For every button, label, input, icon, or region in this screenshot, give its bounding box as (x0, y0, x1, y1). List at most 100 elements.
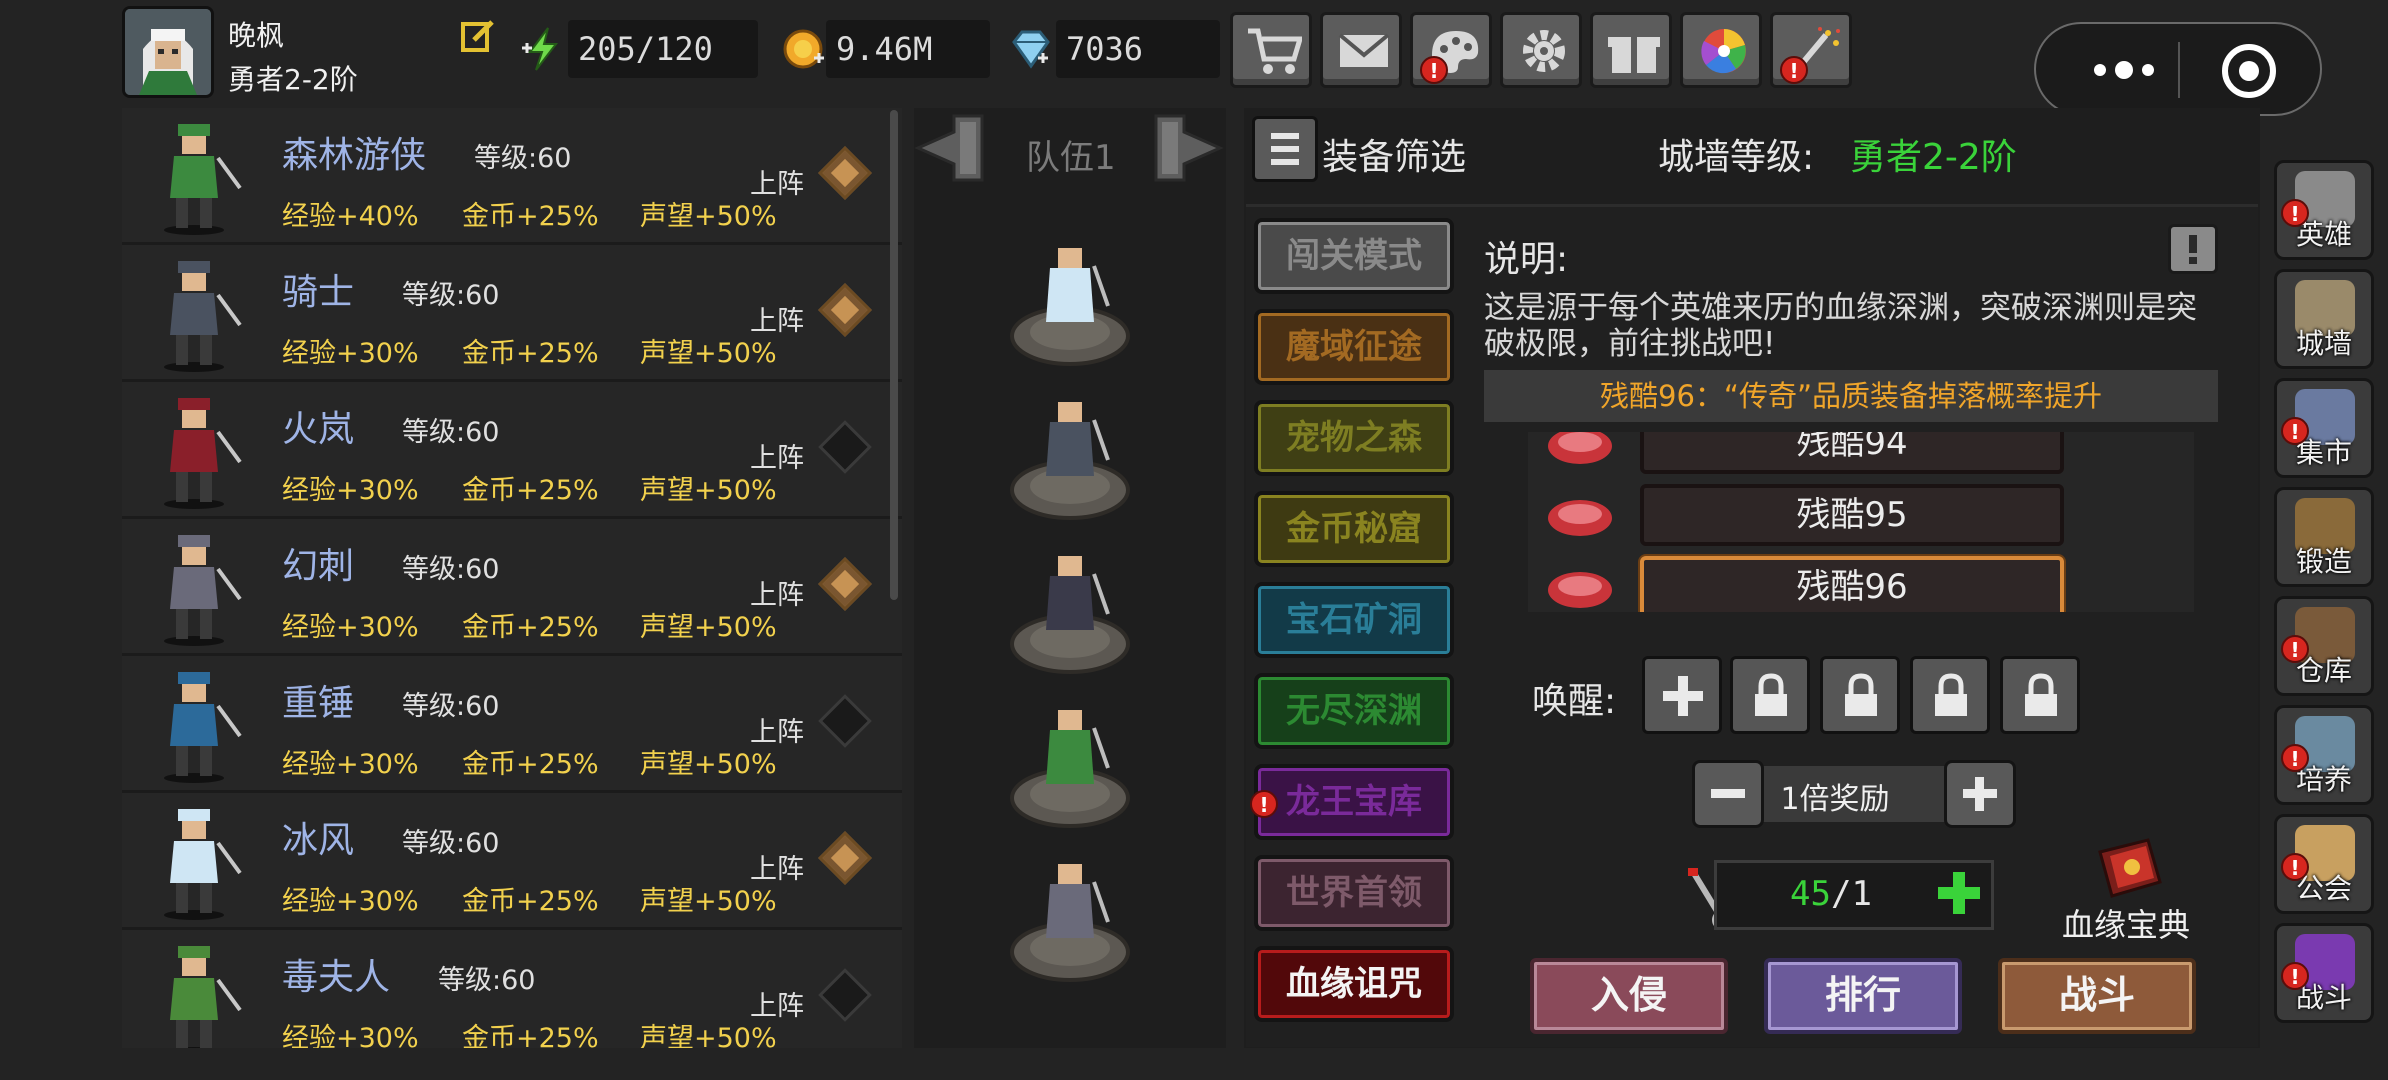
deploy-toggle[interactable] (818, 557, 872, 611)
hero-row[interactable]: 重锤 等级:60 经验+30% 金币+25% 声望+50% 上阵 (122, 656, 902, 793)
hero-row[interactable]: 森林游侠 等级:60 经验+40% 金币+25% 声望+50% 上阵 (122, 108, 902, 245)
team-prev-button[interactable] (914, 108, 986, 188)
hero-name: 幻刺 (282, 546, 355, 587)
more-menu-icon[interactable] (2084, 58, 2164, 82)
player-avatar[interactable] (122, 6, 214, 98)
equipment-filter-button[interactable] (1252, 116, 1318, 182)
reward-multiplier-label: 1倍奖励 (1780, 782, 1890, 817)
hero-gold-bonus: 金币+25% (462, 338, 599, 369)
hero-list-scrollbar[interactable] (890, 110, 898, 600)
side-nav-button[interactable]: 培养! (2274, 705, 2374, 805)
gift-button[interactable] (1590, 12, 1672, 88)
hero-name: 森林游侠 (282, 135, 427, 176)
hero-row[interactable]: 幻刺 等级:60 经验+30% 金币+25% 声望+50% 上阵 (122, 519, 902, 656)
difficulty-level-button[interactable]: 残酷95 (1640, 484, 2064, 546)
side-nav-button[interactable]: 城墙 (2274, 269, 2374, 369)
hero-row[interactable]: 火岚 等级:60 经验+30% 金币+25% 声望+50% 上阵 (122, 382, 902, 519)
deploy-label[interactable]: 上阵 (750, 710, 804, 749)
side-nav-button[interactable]: 仓库! (2274, 596, 2374, 696)
awaken-label: 唤醒: (1532, 681, 1617, 722)
deploy-label[interactable]: 上阵 (750, 573, 804, 612)
multiplier-decrease-button[interactable] (1692, 760, 1764, 828)
team-slot[interactable] (1008, 544, 1132, 674)
wheel-icon (1701, 29, 1746, 74)
team-next-button[interactable] (1152, 108, 1224, 188)
difficulty-level-button[interactable]: 残酷96 (1640, 556, 2064, 612)
hero-row[interactable]: 骑士 等级:60 经验+30% 金币+25% 声望+50% 上阵 (122, 245, 902, 382)
hero-name: 重锤 (282, 683, 355, 724)
deploy-toggle[interactable] (818, 831, 872, 885)
battle-button[interactable]: 战斗 (1998, 958, 2196, 1034)
drop-rate-banner: 残酷96：“传奇”品质装备掉落概率提升 (1484, 370, 2218, 422)
deploy-label[interactable]: 上阵 (750, 162, 804, 201)
description-text: 这是源于每个英雄来历的血缘深渊，突破深渊则是突破极限，前往挑战吧! (1484, 290, 2197, 362)
mail-button[interactable] (1320, 12, 1402, 88)
side-nav-label: 锻造 (2295, 545, 2352, 578)
difficulty-level-button[interactable]: 残酷94 (1640, 432, 2064, 474)
deploy-label[interactable]: 上阵 (750, 299, 804, 338)
mode-button[interactable]: 血缘诅咒 (1254, 946, 1454, 1022)
minus-icon (1711, 789, 1745, 798)
ranking-button[interactable]: 排行 (1764, 958, 1962, 1034)
mode-button[interactable]: 无尽深渊 (1254, 673, 1454, 749)
settings-button[interactable] (1500, 12, 1582, 88)
deploy-label[interactable]: 上阵 (750, 436, 804, 475)
arrow-left-icon (914, 114, 984, 182)
side-nav-button[interactable]: 锻造 (2274, 487, 2374, 587)
mode-button[interactable]: 世界首领 (1254, 855, 1454, 931)
invade-button[interactable]: 入侵 (1530, 958, 1728, 1034)
side-nav-button[interactable]: 集市! (2274, 378, 2374, 478)
mode-button[interactable]: 魔域征途 (1254, 309, 1454, 385)
awaken-locked-slot[interactable] (1730, 656, 1810, 734)
team-slot[interactable] (1008, 236, 1132, 366)
mode-button[interactable]: 宠物之森 (1254, 400, 1454, 476)
awaken-locked-slot[interactable] (1910, 656, 1990, 734)
bloodline-book-icon[interactable] (2090, 834, 2166, 900)
wall-level-value: 勇者2-2阶 (1850, 137, 2017, 178)
side-nav-button[interactable]: 战斗! (2274, 923, 2374, 1023)
team-slot[interactable] (1008, 698, 1132, 828)
deploy-toggle[interactable] (818, 146, 872, 200)
plus-icon (1963, 777, 1997, 811)
hero-level: 等级:60 (402, 554, 500, 585)
lucky-wheel-button[interactable] (1680, 12, 1762, 88)
hero-name: 火岚 (282, 409, 355, 450)
difficulty-list[interactable]: 残酷94 残酷95 残酷96 (1528, 432, 2194, 612)
bloodline-book-label[interactable]: 血缘宝典 (2062, 900, 2190, 946)
cart-icon (1248, 28, 1302, 74)
shop-button[interactable] (1230, 12, 1312, 88)
hero-row[interactable]: 毒夫人 等级:60 经验+30% 金币+25% 声望+50% 上阵 (122, 930, 902, 1048)
deploy-toggle[interactable] (818, 420, 872, 474)
edit-name-icon[interactable] (460, 18, 496, 54)
mail-icon (1338, 33, 1390, 67)
deploy-toggle[interactable] (818, 283, 872, 337)
deploy-toggle[interactable] (818, 694, 872, 748)
team-slot[interactable] (1008, 852, 1132, 982)
mode-button[interactable]: 宝石矿洞 (1254, 582, 1454, 658)
awaken-add-slot[interactable] (1642, 656, 1722, 734)
plus-icon (1663, 676, 1703, 716)
energy-icon (520, 26, 566, 72)
side-nav-button[interactable]: 英雄! (2274, 160, 2374, 260)
mode-button[interactable]: 金币秘窟 (1254, 491, 1454, 567)
deploy-toggle[interactable] (818, 968, 872, 1022)
awaken-locked-slot[interactable] (2000, 656, 2080, 734)
side-nav-button[interactable]: 公会! (2274, 814, 2374, 914)
multiplier-increase-button[interactable] (1944, 760, 2016, 828)
deploy-label[interactable]: 上阵 (750, 847, 804, 886)
mode-button[interactable]: 龙王宝库 (1254, 764, 1454, 840)
team-slot[interactable] (1008, 390, 1132, 520)
mode-button[interactable]: 闯关模式 (1254, 218, 1454, 294)
hero-list[interactable]: 森林游侠 等级:60 经验+40% 金币+25% 声望+50% 上阵 骑士 等级:60 经验+3… (122, 108, 902, 1048)
deploy-label[interactable]: 上阵 (750, 984, 804, 1023)
team-hero-on-pedestal-icon (1010, 248, 1130, 366)
add-key-button[interactable] (1934, 868, 1984, 918)
hero-sprite-icon (144, 666, 244, 784)
energy-value: 205/120 (568, 20, 758, 78)
awaken-locked-slot[interactable] (1820, 656, 1900, 734)
close-miniprogram-icon[interactable] (2220, 42, 2278, 100)
hero-row[interactable]: 冰风 等级:60 经验+30% 金币+25% 声望+50% 上阵 (122, 793, 902, 930)
side-nav-alert-badge: ! (2281, 635, 2309, 663)
hero-name: 毒夫人 (282, 957, 391, 998)
info-button[interactable] (2168, 224, 2218, 274)
